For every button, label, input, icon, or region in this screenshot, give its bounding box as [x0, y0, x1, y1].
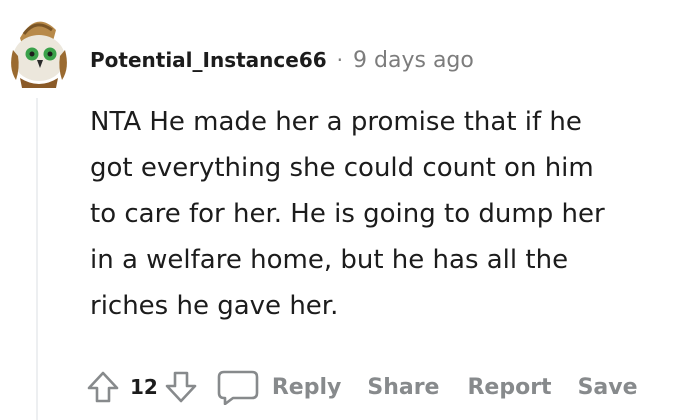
thread-line[interactable]: [36, 98, 38, 420]
vote-score: 12: [130, 375, 158, 399]
arrow-up-icon: [87, 371, 119, 403]
comment-body: NTA He made her a promise that if he got…: [90, 99, 680, 329]
reply-label: Reply: [271, 374, 342, 400]
speech-bubble-icon: [217, 370, 259, 405]
share-button[interactable]: Share: [367, 375, 439, 400]
comment-line: NTA He made her a promise that if he: [90, 107, 582, 137]
comment-header: Potential_Instance66 · 9 days ago: [90, 44, 474, 76]
reply-button[interactable]: Reply: [216, 369, 342, 405]
save-button[interactable]: Save: [578, 375, 638, 400]
report-button[interactable]: Report: [467, 375, 551, 400]
downvote-button[interactable]: [164, 370, 198, 404]
snoo-avatar-icon: [11, 21, 67, 88]
comment-line: riches he gave her.: [90, 291, 339, 321]
user-avatar[interactable]: [6, 8, 72, 88]
meta-separator: ·: [336, 48, 344, 72]
comment-line: in a welfare home, but he has all the: [90, 245, 569, 275]
comment-actions: 12 Reply Share Report Save: [86, 366, 698, 408]
author-username[interactable]: Potential_Instance66: [90, 48, 327, 72]
upvote-button[interactable]: [86, 370, 120, 404]
comment-line: to care for her. He is going to dump her: [90, 199, 605, 229]
arrow-down-icon: [165, 371, 197, 403]
comment-timestamp[interactable]: 9 days ago: [353, 48, 474, 73]
comment-line: got everything she could count on him: [90, 153, 594, 183]
